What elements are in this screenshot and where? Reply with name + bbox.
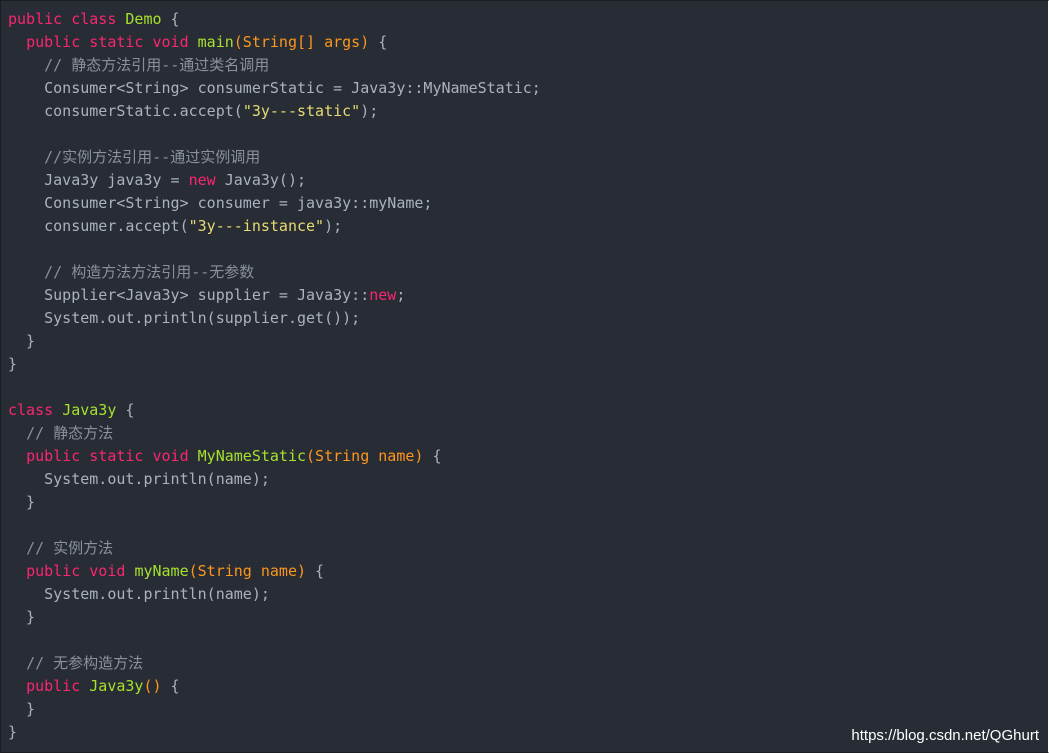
code-token-plain: ); [360, 102, 379, 120]
code-token-kw: public class [8, 10, 126, 28]
code-token-class: Java3y [62, 401, 117, 419]
code-line: consumerStatic.accept("3y---static"); [8, 100, 1048, 123]
code-line: Consumer<String> consumer = java3y::myNa… [8, 192, 1048, 215]
code-token-plain: Consumer<String> consumerStatic = Java3y… [8, 79, 541, 97]
code-token-plain: { [116, 401, 135, 419]
code-token-kw: public static void [26, 447, 198, 465]
code-line: Consumer<String> consumerStatic = Java3y… [8, 77, 1048, 100]
code-token-comment: // 静态方法 [26, 424, 114, 442]
code-token-param: (String name) [306, 447, 424, 465]
code-token-plain: ; [396, 286, 406, 304]
code-token-comment: // 构造方法方法引用--无参数 [44, 263, 255, 281]
code-line: public class Demo { [8, 8, 1048, 31]
code-block: public class Demo { public static void m… [8, 8, 1048, 744]
code-line: class Java3y { [8, 399, 1048, 422]
code-token-kw: new [369, 286, 397, 304]
source-watermark: https://blog.csdn.net/QGhurt [851, 727, 1039, 744]
code-line: // 实例方法 [8, 537, 1048, 560]
code-token-plain: Java3y java3y = [8, 171, 189, 189]
code-token-param: (String name) [188, 562, 307, 580]
code-token-plain: { [161, 677, 180, 695]
code-line: public static void main(String[] args) { [8, 31, 1048, 54]
code-line: Java3y java3y = new Java3y(); [8, 169, 1048, 192]
code-token-kw: public [26, 677, 90, 695]
code-token-plain: } [8, 723, 18, 741]
code-token-plain: consumer.accept( [8, 217, 189, 235]
code-token-plain: } [8, 700, 36, 718]
code-token-kw: public static void [26, 33, 198, 51]
code-line: } [8, 353, 1048, 376]
code-token-kw: class [8, 401, 63, 419]
code-token-plain: System.out.println(name); [8, 585, 270, 603]
code-token-plain: { [161, 10, 180, 28]
code-token-plain: } [8, 608, 36, 626]
code-token-plain: } [8, 332, 36, 350]
code-line: // 无参构造方法 [8, 652, 1048, 675]
code-token-plain: } [8, 493, 36, 511]
code-line: // 静态方法 [8, 422, 1048, 445]
code-line: // 构造方法方法引用--无参数 [8, 261, 1048, 284]
code-token-fn: MyNameStatic [197, 447, 307, 465]
code-line: } [8, 330, 1048, 353]
code-token-kw: public void [26, 562, 135, 580]
code-token-fn: Java3y [89, 677, 144, 695]
code-token-param: () [143, 677, 162, 695]
code-token-plain: { [306, 562, 325, 580]
code-token-str: "3y---instance" [188, 217, 325, 235]
code-line: } [8, 491, 1048, 514]
code-token-comment: // 实例方法 [26, 539, 114, 557]
code-line: System.out.println(name); [8, 583, 1048, 606]
code-token-plain: } [8, 355, 18, 373]
code-line: // 静态方法引用--通过类名调用 [8, 54, 1048, 77]
code-token-class: Demo [125, 10, 162, 28]
code-line: public Java3y() { [8, 675, 1048, 698]
code-token-plain: ); [324, 217, 343, 235]
code-token-fn: myName [134, 562, 189, 580]
code-panel: public class Demo { public static void m… [0, 0, 1049, 753]
code-token-plain: Java3y(); [215, 171, 307, 189]
code-token-plain: System.out.println(supplier.get()); [8, 309, 361, 327]
code-token-plain: Consumer<String> consumer = java3y::myNa… [8, 194, 433, 212]
code-line: public void myName(String name) { [8, 560, 1048, 583]
code-token-param: (String[] args) [233, 33, 370, 51]
code-token-plain: consumerStatic.accept( [8, 102, 243, 120]
code-token-fn: main [197, 33, 234, 51]
code-token-plain: { [369, 33, 388, 51]
code-token-plain: System.out.println(name); [8, 470, 270, 488]
code-token-kw: new [188, 171, 216, 189]
code-line: System.out.println(supplier.get()); [8, 307, 1048, 330]
code-line: consumer.accept("3y---instance"); [8, 215, 1048, 238]
code-line: System.out.println(name); [8, 468, 1048, 491]
code-line: } [8, 698, 1048, 721]
code-token-plain: { [423, 447, 442, 465]
code-line: //实例方法引用--通过实例调用 [8, 146, 1048, 169]
code-line: } [8, 606, 1048, 629]
code-line: public static void MyNameStatic(String n… [8, 445, 1048, 468]
code-token-comment: // 静态方法引用--通过类名调用 [44, 56, 270, 74]
code-token-plain: Supplier<Java3y> supplier = Java3y:: [8, 286, 370, 304]
code-line: Supplier<Java3y> supplier = Java3y::new; [8, 284, 1048, 307]
code-token-comment: //实例方法引用--通过实例调用 [44, 148, 261, 166]
code-token-comment: // 无参构造方法 [26, 654, 144, 672]
code-token-str: "3y---static" [242, 102, 361, 120]
